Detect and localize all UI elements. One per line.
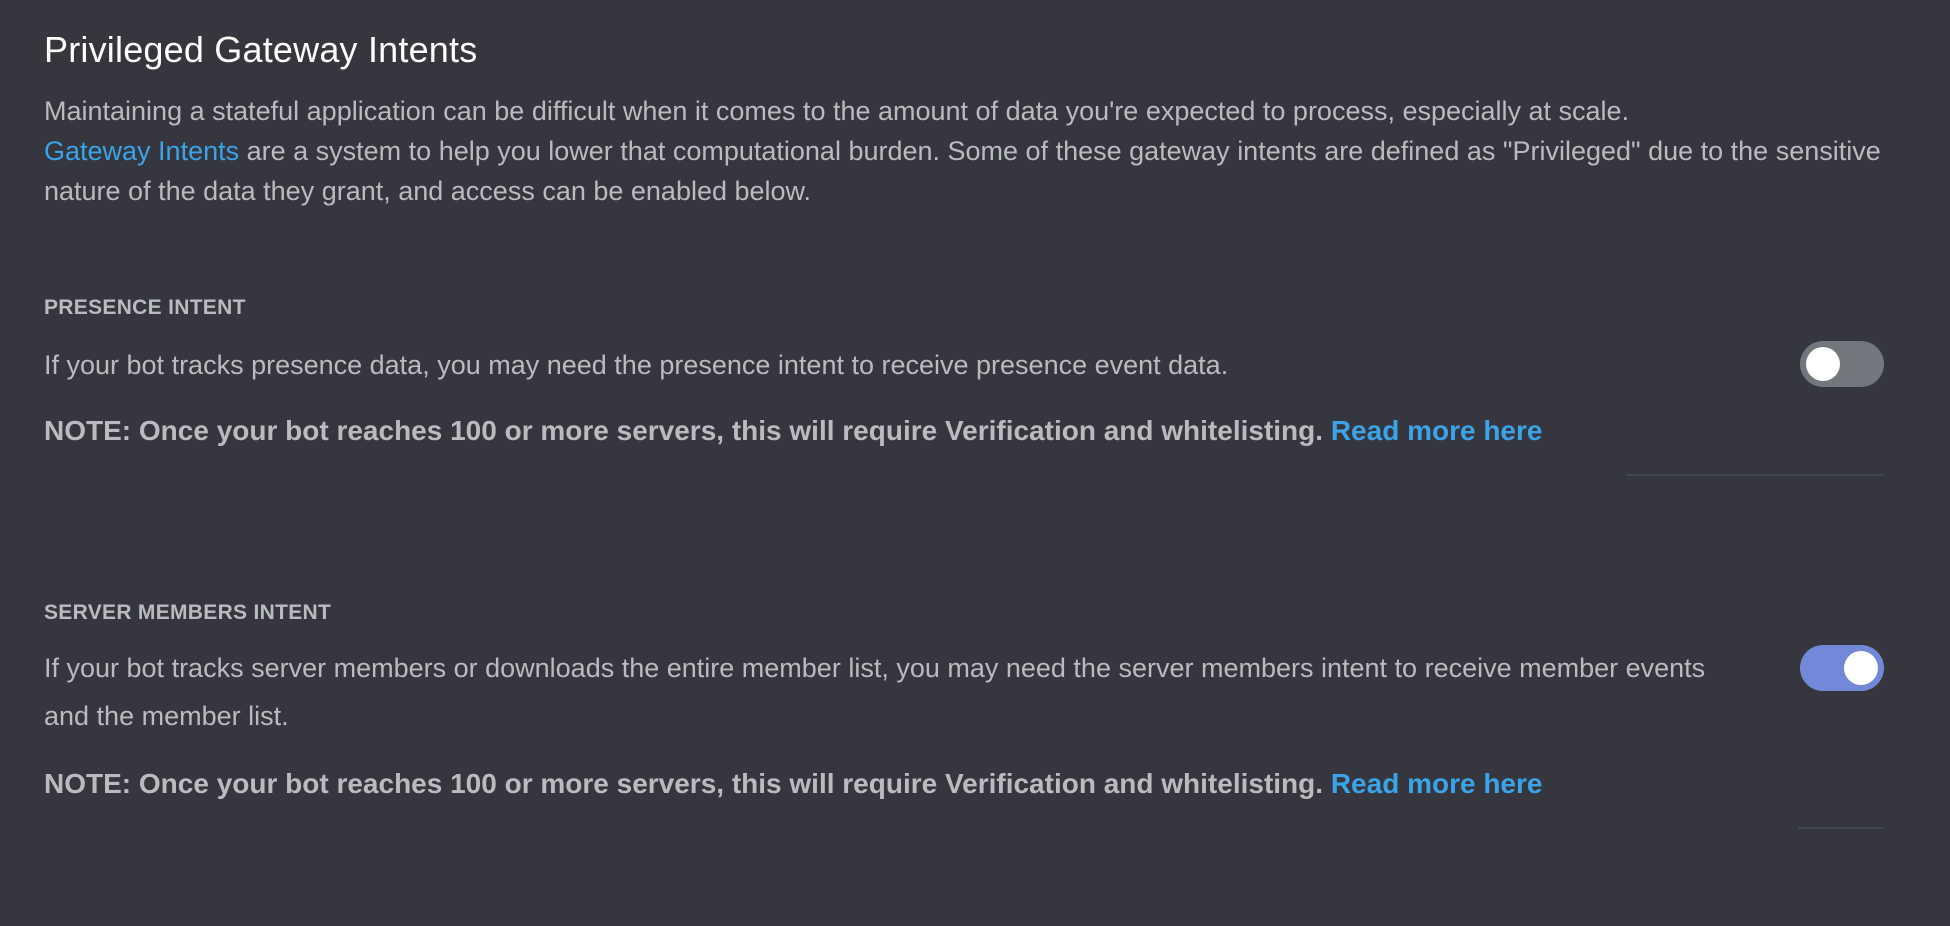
server-members-intent-note: NOTE: Once your bot reaches 100 or more … — [44, 764, 1542, 804]
toggle-knob — [1844, 651, 1878, 685]
gateway-intents-link[interactable]: Gateway Intents — [44, 136, 239, 166]
divider — [1626, 474, 1884, 476]
intro-text-after: are a system to help you lower that comp… — [44, 136, 1881, 206]
intro-text: Maintaining a stateful application can b… — [44, 91, 1884, 211]
presence-read-more-link[interactable]: Read more here — [1331, 415, 1543, 446]
intents-panel: Privileged Gateway Intents Maintaining a… — [0, 0, 1950, 926]
toggle-knob — [1806, 347, 1840, 381]
server-members-intent-title: SERVER MEMBERS INTENT — [44, 601, 332, 624]
note-text: NOTE: Once your bot reaches 100 or more … — [44, 415, 1324, 446]
presence-intent-toggle[interactable] — [1800, 341, 1884, 387]
server-members-read-more-link[interactable]: Read more here — [1331, 768, 1543, 799]
server-members-intent-toggle[interactable] — [1800, 645, 1884, 691]
server-members-intent-description: If your bot tracks server members or dow… — [44, 653, 1706, 731]
intro-text-before: Maintaining a stateful application can b… — [44, 96, 1630, 126]
presence-intent-title: PRESENCE INTENT — [44, 296, 246, 319]
presence-intent-description: If your bot tracks presence data, you ma… — [44, 350, 1229, 380]
note-text: NOTE: Once your bot reaches 100 or more … — [44, 768, 1324, 799]
divider — [1798, 827, 1884, 829]
presence-intent-note: NOTE: Once your bot reaches 100 or more … — [44, 411, 1542, 451]
page-title: Privileged Gateway Intents — [44, 29, 478, 70]
